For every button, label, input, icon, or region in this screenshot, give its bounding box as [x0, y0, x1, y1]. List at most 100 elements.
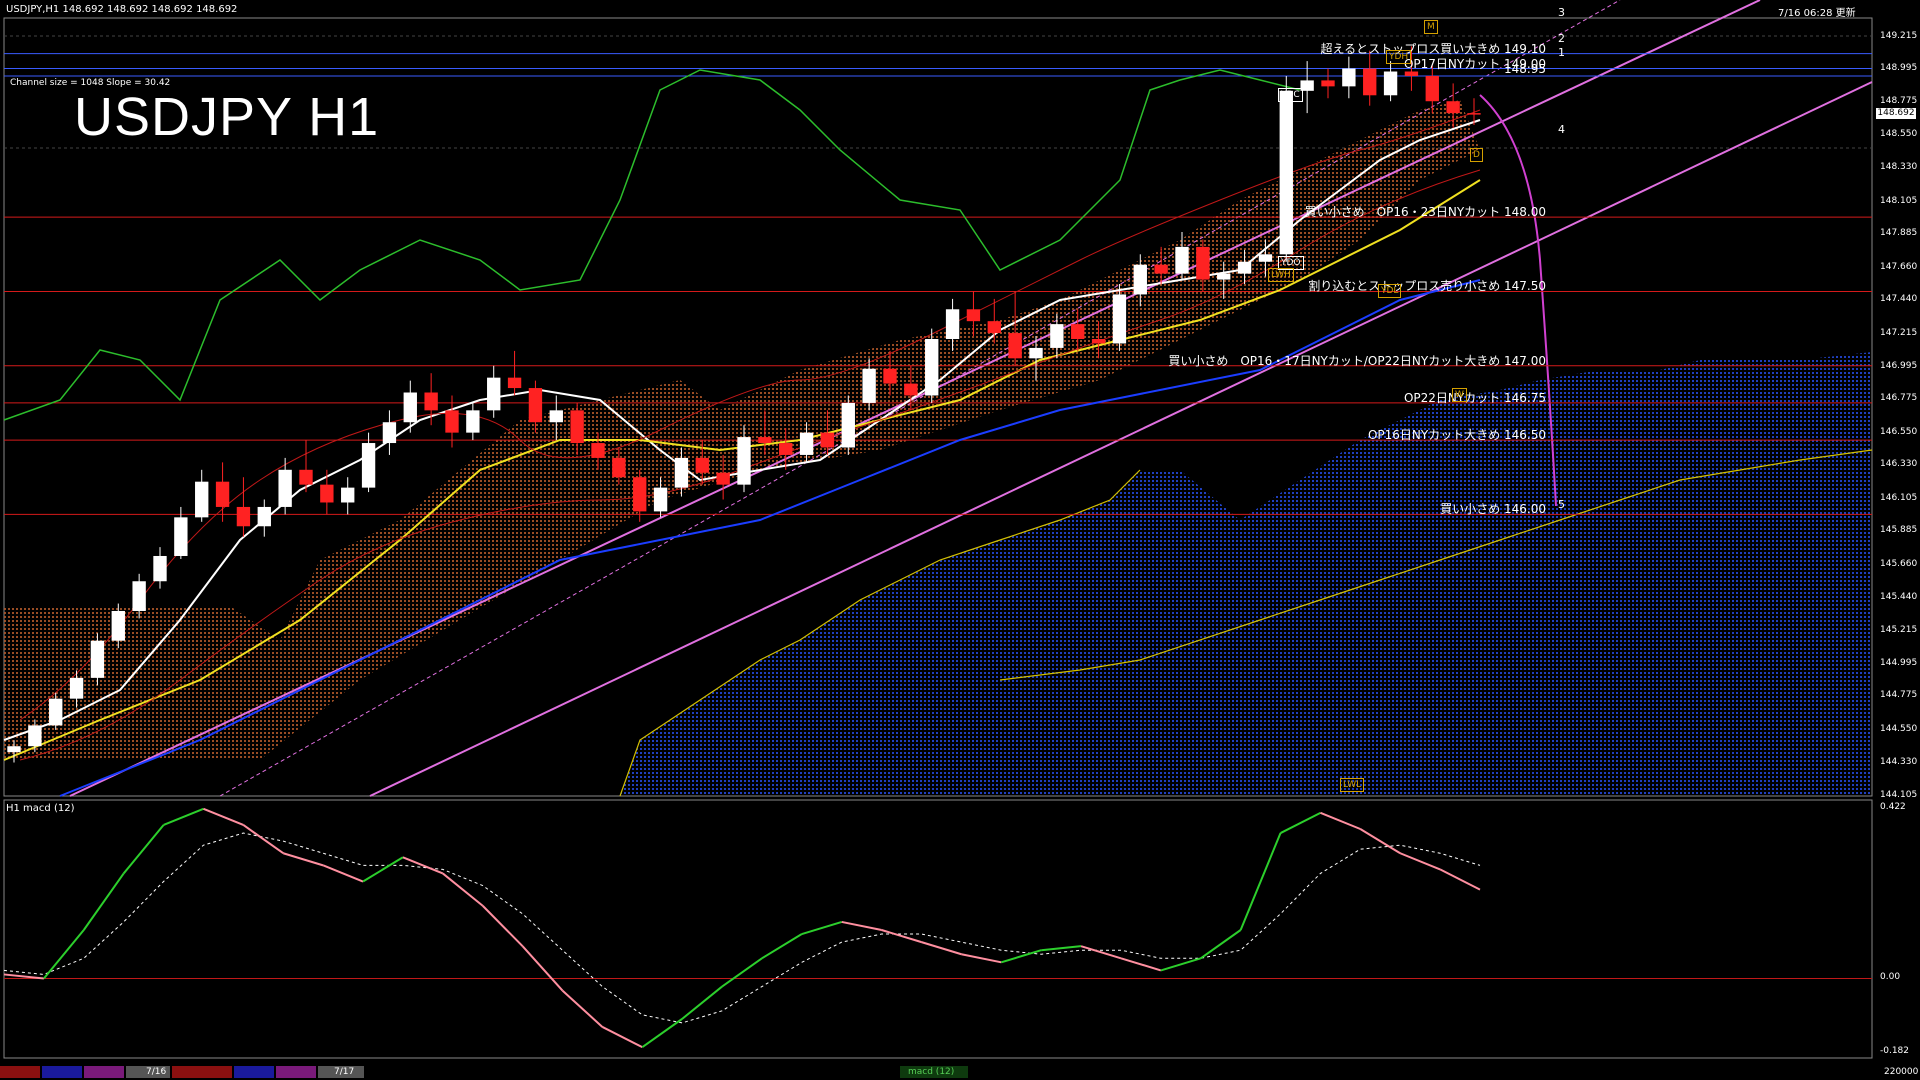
- macd-tick-label: 0.422: [1880, 802, 1906, 812]
- price-tick-label: 144.330: [1880, 756, 1918, 767]
- price-tick-label: 145.885: [1880, 525, 1918, 536]
- macd-segment: [881, 929, 922, 944]
- candle-body: [612, 457, 626, 478]
- macd-segment: [801, 920, 843, 935]
- price-tick-label: 146.775: [1880, 393, 1918, 404]
- macd-segment: [362, 856, 404, 883]
- symbol-info: USDJPY,H1 148.692 148.692 148.692 148.69…: [6, 4, 238, 15]
- candle-body: [862, 368, 876, 403]
- macd-segment: [841, 920, 882, 931]
- macd-tab-button[interactable]: macd (12): [908, 1067, 954, 1077]
- level-label: 買い小さめ OP16・23日NYカット 148.00: [1304, 205, 1546, 220]
- macd-segment: [43, 929, 85, 980]
- candle-body: [174, 517, 188, 556]
- price-tick-label: 147.660: [1880, 261, 1918, 272]
- candle-body: [1217, 273, 1231, 280]
- macd-segment: [1041, 945, 1082, 952]
- price-tick-label: 148.775: [1880, 95, 1918, 106]
- candle-body: [1133, 264, 1147, 295]
- candle-body: [466, 410, 480, 433]
- price-tick-label: 146.105: [1880, 492, 1918, 503]
- marker-tag: LWH: [1268, 268, 1294, 282]
- candle-body: [758, 437, 772, 444]
- macd-segment: [521, 945, 564, 992]
- candle-body: [1467, 113, 1481, 115]
- marker-tag: W: [1452, 388, 1467, 402]
- candle-body: [904, 383, 918, 396]
- projection-number: 1: [1558, 46, 1565, 59]
- macd-label: H1 macd (12): [6, 803, 75, 814]
- candle-body: [570, 410, 584, 444]
- candle-body: [69, 677, 84, 699]
- price-tick-label: 146.550: [1880, 426, 1918, 437]
- candle-body: [925, 339, 939, 396]
- candle-body: [695, 457, 709, 473]
- bottom-bar: 7/16 7/17 macd (12) 220000: [0, 1064, 1920, 1080]
- candle-body: [1258, 254, 1273, 262]
- candle-body: [820, 432, 835, 448]
- macd-segment: [1359, 828, 1401, 855]
- macd-segment: [1080, 945, 1122, 960]
- date-label-1: 7/16: [146, 1067, 167, 1077]
- candle-body: [1008, 333, 1022, 359]
- macd-segment: [3, 973, 44, 980]
- candle-body: [779, 443, 793, 455]
- candle-body: [841, 402, 855, 448]
- macd-segment: [1160, 957, 1202, 972]
- candle-body: [28, 725, 42, 747]
- candle-body: [549, 410, 563, 423]
- macd-tick-label: 0.00: [1880, 972, 1901, 983]
- candle-body: [1050, 324, 1064, 348]
- macd-segment: [442, 872, 484, 907]
- candle-body: [320, 484, 334, 503]
- candle-body: [487, 377, 501, 411]
- marker-tag: YDC: [1278, 88, 1303, 102]
- macd-signal-line: [3, 832, 1481, 1024]
- projection-number: 5: [1558, 498, 1565, 511]
- macd-segment: [122, 824, 165, 875]
- candle-body: [90, 640, 105, 678]
- price-tick-label: 147.885: [1880, 228, 1918, 239]
- candle-body: [1029, 347, 1043, 359]
- projection-number: 2: [1558, 32, 1565, 45]
- price-tick-label: 144.105: [1880, 790, 1918, 800]
- candle-body: [132, 581, 146, 611]
- candle-body: [799, 432, 814, 455]
- macd-panel: [3, 807, 1872, 1049]
- macd-segment: [601, 1026, 643, 1049]
- price-tick-label: 145.215: [1880, 625, 1918, 636]
- macd-segment: [721, 957, 763, 988]
- candle-body: [7, 746, 21, 753]
- level-label: OP22日NYカット 146.75: [1403, 390, 1546, 405]
- price-tick-label: 145.660: [1880, 558, 1918, 569]
- macd-tick-label: -0.182: [1880, 1046, 1910, 1056]
- macd-segment: [1001, 949, 1042, 964]
- macd-segment: [921, 941, 962, 956]
- candle-body: [299, 469, 313, 485]
- macd-segment: [481, 905, 524, 947]
- volume-scale: 220000: [1884, 1067, 1919, 1077]
- candle-body: [633, 477, 647, 512]
- candle-body: [987, 321, 1001, 334]
- candle-body: [1404, 71, 1419, 76]
- price-tick-label: 146.330: [1880, 459, 1918, 470]
- candle-body: [1425, 75, 1439, 102]
- macd-segment: [82, 872, 125, 931]
- candle-body: [1279, 90, 1293, 255]
- macd-segment: [402, 856, 444, 875]
- candle-body: [195, 481, 209, 518]
- candle-body: [382, 422, 397, 444]
- candle-body: [1321, 80, 1335, 87]
- candle-body: [1071, 324, 1085, 340]
- candle-body: [653, 487, 668, 512]
- candle-body: [966, 309, 981, 322]
- candle-body: [215, 481, 230, 507]
- candle-body: [278, 469, 292, 507]
- price-tick-label: 146.995: [1880, 360, 1918, 371]
- candle-body: [1175, 246, 1189, 274]
- price-tick-label: 148.550: [1880, 129, 1918, 140]
- candle-body: [883, 368, 897, 384]
- chart-title: USDJPY H1: [74, 87, 380, 147]
- marker-tag: YDH: [1386, 50, 1412, 64]
- candle-body: [153, 555, 167, 582]
